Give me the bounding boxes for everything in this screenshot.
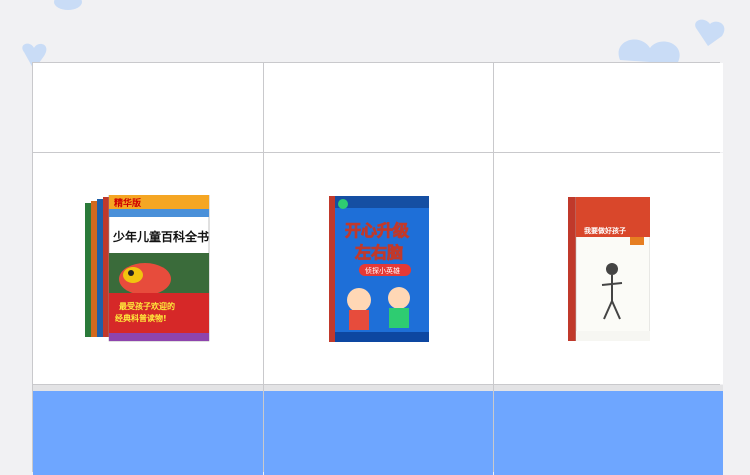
grid-cell-bottom-2 (264, 385, 493, 475)
grid-cell-top-1 (33, 63, 263, 152)
tagline-line2: 经典科普读物! (115, 313, 167, 323)
grid-cell-top-3 (494, 63, 723, 152)
book-subtitle: 侦探小英雄 (365, 266, 400, 275)
grid-cell-bottom-1 (33, 385, 263, 475)
product-card-good-child[interactable]: 我要做好孩子 (494, 153, 723, 384)
book-title-line2: 左右脑 (354, 243, 403, 262)
book-cover-brain[interactable]: 开心升级 左右脑 侦探小英雄 (328, 195, 429, 342)
product-grid: 精华版 少年儿童百科全书 最受孩子欢迎的 经典科普读物! 开心升级 左右脑 侦探… (32, 62, 723, 475)
heart-icon (695, 19, 725, 46)
product-card-brain[interactable]: 开心升级 左右脑 侦探小英雄 (264, 153, 493, 384)
grid-cell-top-2 (264, 63, 493, 152)
book-title: 我要做好孩子 (584, 226, 626, 235)
tagline-line1: 最受孩子欢迎的 (119, 301, 175, 311)
book-title-line1: 开心升级 (345, 221, 410, 240)
book-cover-good-child[interactable]: 我要做好孩子 (567, 196, 650, 341)
product-card-encyclopedia[interactable]: 精华版 少年儿童百科全书 最受孩子欢迎的 经典科普读物! (33, 153, 263, 384)
book-title: 少年儿童百科全书 (112, 229, 209, 244)
book-cover-encyclopedia[interactable]: 精华版 少年儿童百科全书 最受孩子欢迎的 经典科普读物! (85, 194, 211, 343)
grid-cell-bottom-3 (494, 385, 723, 475)
badge-label: 精华版 (114, 197, 141, 209)
